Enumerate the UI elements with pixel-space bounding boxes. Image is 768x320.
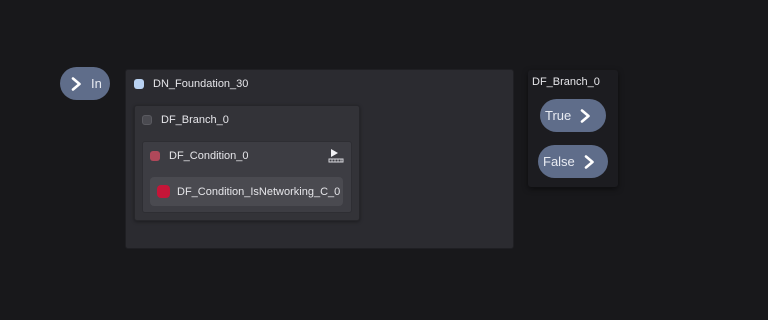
condition-item[interactable]: DF_Condition_IsNetworking_C_0 [150, 177, 343, 206]
play-gavel-icon[interactable] [328, 148, 344, 164]
condition-header: DF_Condition_0 [143, 142, 351, 170]
branch-title: DF_Branch_0 [161, 114, 229, 126]
branch-header: DF_Branch_0 [135, 106, 359, 134]
input-pin-label: In [91, 76, 102, 91]
output-true-label: True [545, 108, 572, 123]
input-pin-in[interactable]: In [60, 67, 110, 100]
output-false-label: False [543, 154, 575, 169]
output-pin-true[interactable]: True [540, 99, 606, 132]
condition-item-label: DF_Condition_IsNetworking_C_0 [177, 185, 341, 198]
chevron-right-icon [584, 154, 596, 169]
branch-output-node[interactable]: DF_Branch_0 True False [528, 70, 618, 187]
foundation-header: DN_Foundation_30 [126, 70, 513, 98]
branch-color-swatch [142, 115, 152, 125]
foundation-color-swatch [134, 79, 144, 89]
condition-node[interactable]: DF_Condition_0 DF_Condition_IsNetworking… [142, 141, 352, 213]
chevron-right-icon [71, 76, 83, 91]
condition-color-swatch [150, 151, 160, 161]
foundation-title: DN_Foundation_30 [153, 78, 249, 90]
foundation-node[interactable]: DN_Foundation_30 DF_Branch_0 DF_Conditio… [125, 69, 514, 249]
condition-item-swatch [157, 185, 170, 198]
branch-node-inner[interactable]: DF_Branch_0 DF_Condition_0 DF_Condition_… [134, 105, 360, 221]
branch-output-title: DF_Branch_0 [532, 76, 600, 88]
output-pin-false[interactable]: False [538, 145, 608, 178]
chevron-right-icon [580, 108, 592, 123]
condition-title: DF_Condition_0 [169, 150, 249, 162]
